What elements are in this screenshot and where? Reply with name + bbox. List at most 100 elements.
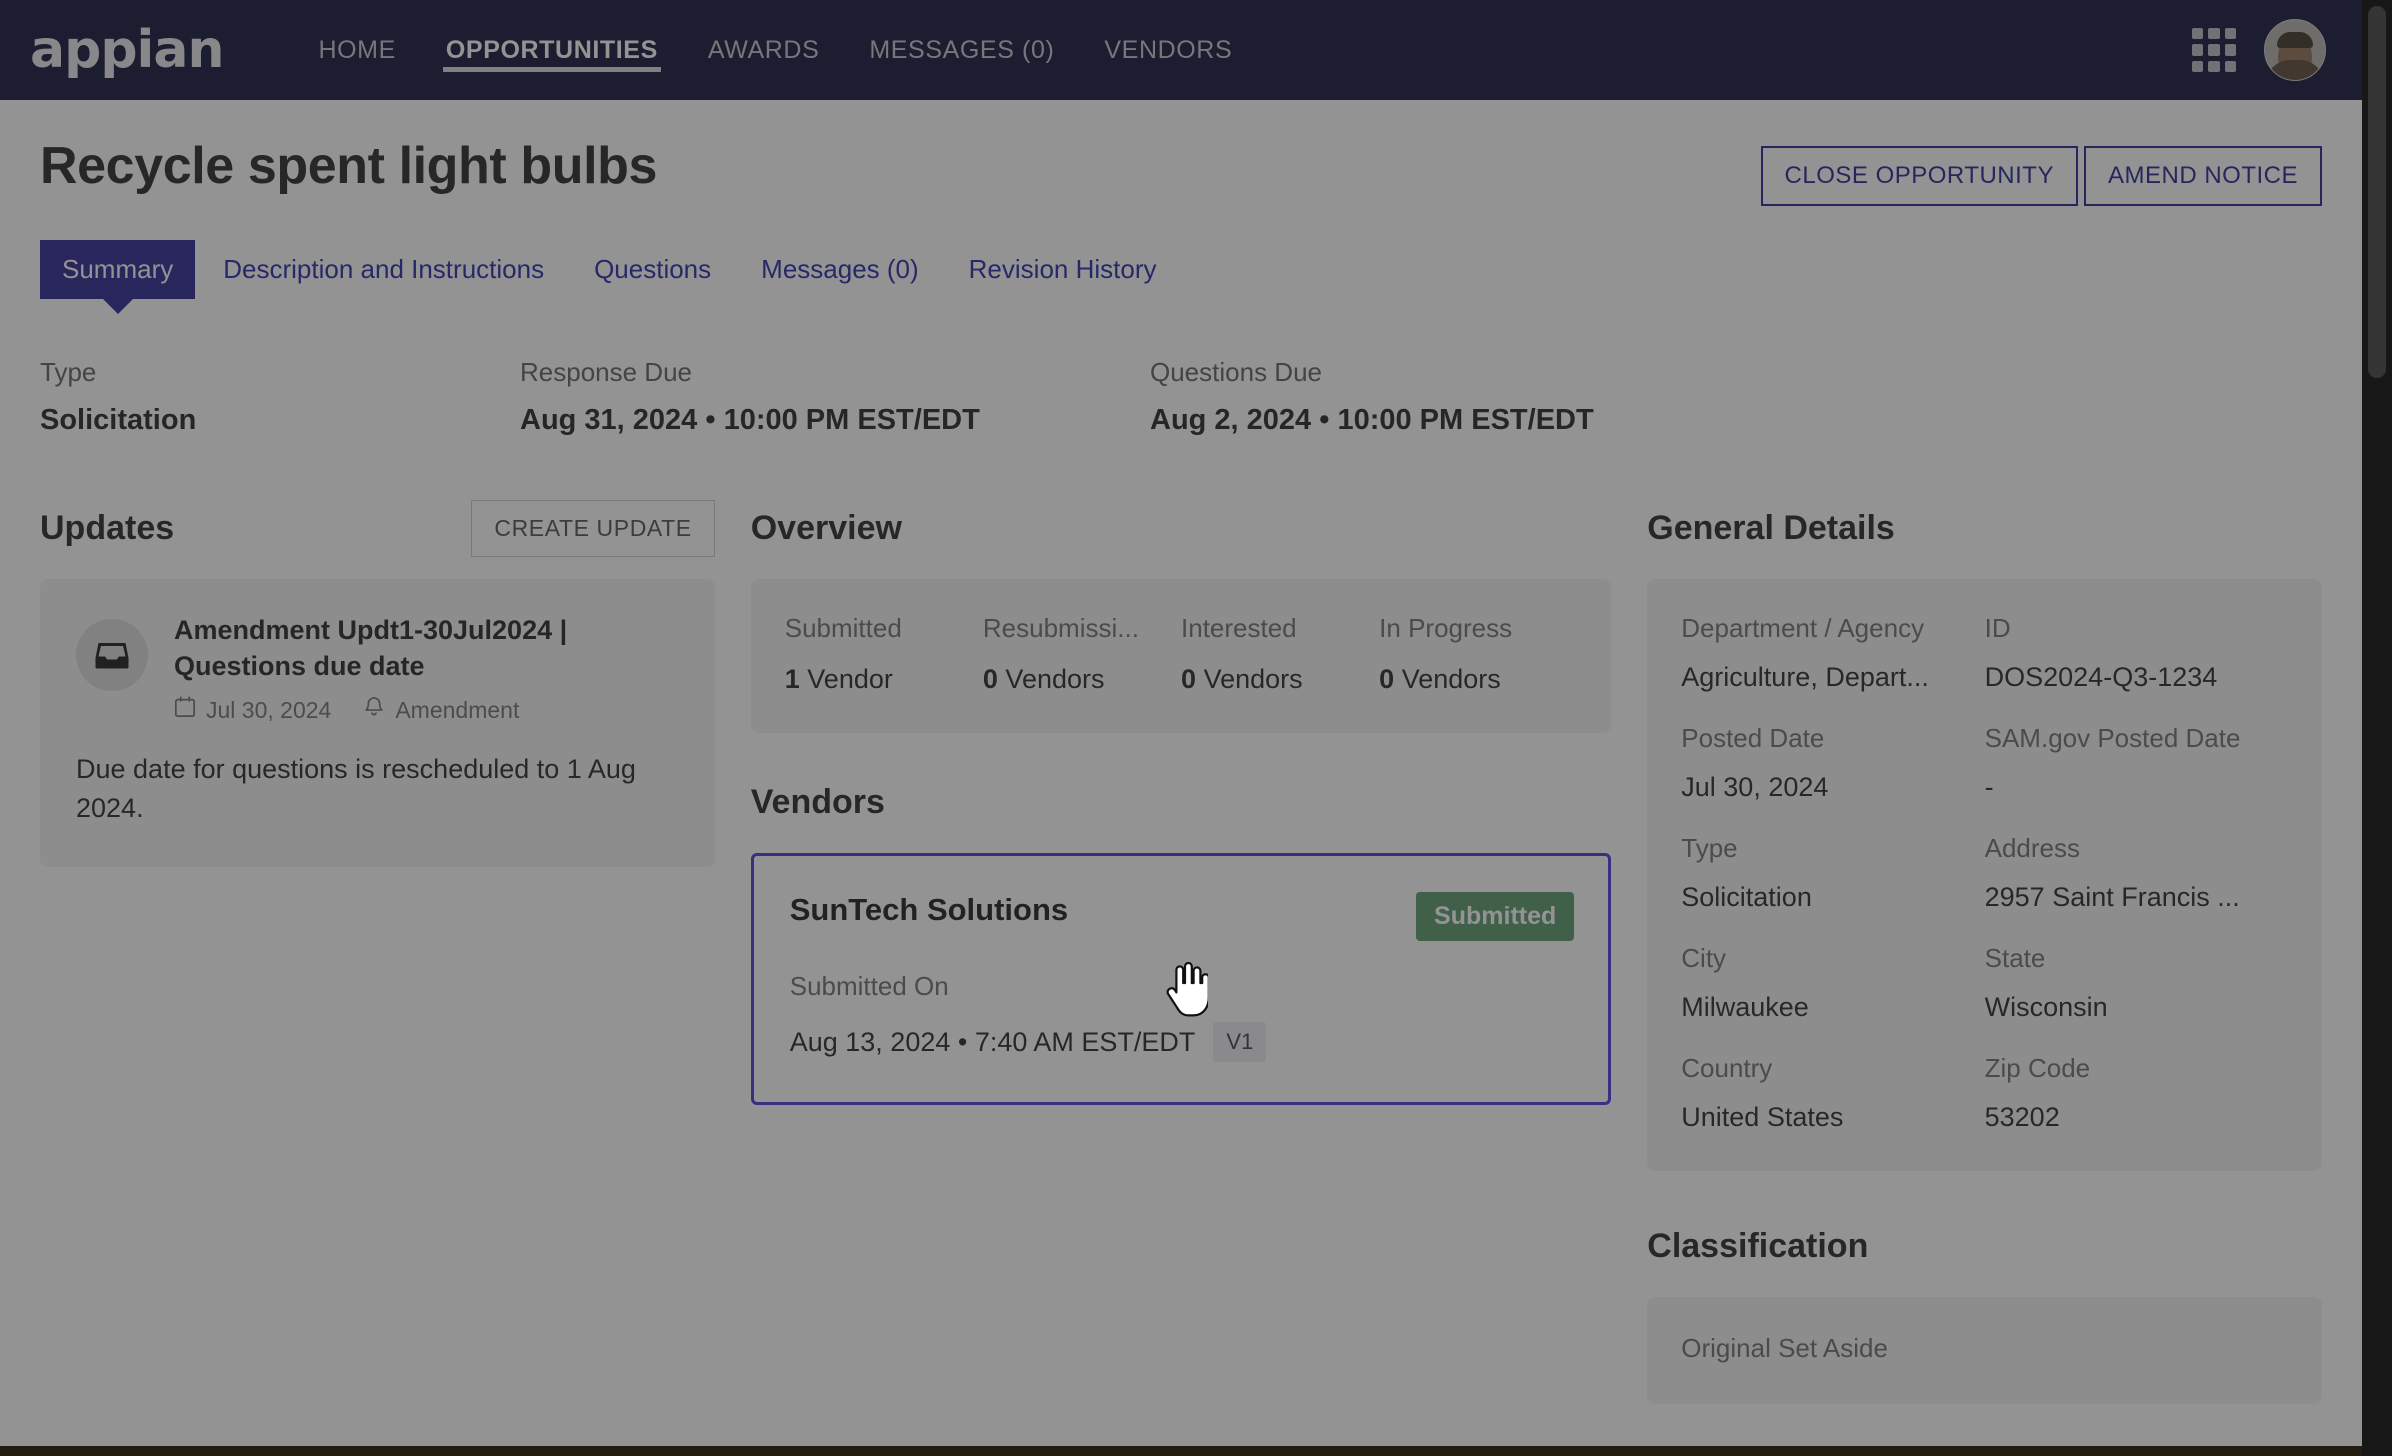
tab-description-and-instructions[interactable]: Description and Instructions <box>201 240 566 299</box>
detail-department-agency: Department / Agency Agriculture, Depart.… <box>1681 613 1984 693</box>
detail-label: Country <box>1681 1053 1773 1083</box>
detail-samgov-posted-date: SAM.gov Posted Date - <box>1985 723 2288 803</box>
tab-bar: Summary Description and Instructions Que… <box>40 240 2322 299</box>
main-nav-links: HOME OPPORTUNITIES AWARDS MESSAGES (0) V… <box>293 0 1257 100</box>
avatar[interactable] <box>2264 19 2326 81</box>
screen-frame: appian HOME OPPORTUNITIES AWARDS MESSAGE… <box>0 0 2392 1456</box>
page-header-row: Recycle spent light bulbs CLOSE OPPORTUN… <box>40 100 2322 206</box>
appian-logo[interactable]: appian <box>30 24 224 76</box>
detail-type: Type Solicitation <box>1681 833 1984 913</box>
amend-notice-button[interactable]: AMEND NOTICE <box>2083 146 2322 206</box>
update-date: Jul 30, 2024 <box>206 696 332 723</box>
overview-stat-label: Interested <box>1181 613 1297 643</box>
meta-response-due-value: Aug 31, 2024 • 10:00 PM EST/EDT <box>520 404 980 436</box>
detail-label: Original Set Aside <box>1681 1333 1888 1363</box>
update-card-text: Amendment Updt1-30Jul2024 | Questions du… <box>174 613 679 724</box>
overview-stat-unit: Vendors <box>1401 664 1501 694</box>
details-row: Country United States Zip Code 53202 <box>1681 1053 2288 1133</box>
detail-label: ID <box>1984 613 2011 643</box>
meta-questions-due: Questions Due Aug 2, 2024 • 10:00 PM EST… <box>1150 357 1780 437</box>
detail-label: SAM.gov Posted Date <box>1984 723 2241 753</box>
top-navigation-bar: appian HOME OPPORTUNITIES AWARDS MESSAGE… <box>0 0 2362 100</box>
main-columns: Updates CREATE UPDATE Amendment Updt1-30… <box>40 499 2322 1404</box>
nav-item-home[interactable]: HOME <box>293 0 420 100</box>
detail-label: Address <box>1984 833 2081 863</box>
detail-state: State Wisconsin <box>1985 943 2288 1023</box>
nav-item-messages[interactable]: MESSAGES (0) <box>844 0 1079 100</box>
meta-type-value: Solicitation <box>40 404 197 436</box>
details-row: Posted Date Jul 30, 2024 SAM.gov Posted … <box>1681 723 2288 803</box>
overview-stat-label: In Progress <box>1379 613 1513 643</box>
detail-country: Country United States <box>1681 1053 1984 1133</box>
page-title: Recycle spent light bulbs <box>40 137 658 195</box>
overview-stat-count: 0 <box>1379 664 1395 694</box>
vendors-title: Vendors <box>750 782 885 821</box>
vendor-card-suntech-solutions[interactable]: SunTech Solutions Submitted Submitted On… <box>750 853 1612 1105</box>
detail-city: City Milwaukee <box>1681 943 1984 1023</box>
nav-item-opportunities[interactable]: OPPORTUNITIES <box>421 0 683 100</box>
overview-card: Submitted 1 Vendor Resubmissi... 0 Vendo… <box>750 579 1612 733</box>
detail-label: Posted Date <box>1681 723 1825 753</box>
avatar-body <box>2266 60 2324 80</box>
details-row: Department / Agency Agriculture, Depart.… <box>1681 613 2288 693</box>
detail-value: Wisconsin <box>1984 992 2108 1022</box>
tab-questions[interactable]: Questions <box>572 240 733 299</box>
overview-stat-interested: Interested 0 Vendors <box>1181 613 1379 695</box>
update-meta: Jul 30, 2024 Amendment <box>174 696 679 724</box>
window-bottom-bar <box>0 1446 2362 1456</box>
detail-id: ID DOS2024-Q3-1234 <box>1985 613 2288 693</box>
detail-value: Milwaukee <box>1681 992 1809 1022</box>
tab-summary[interactable]: Summary <box>40 240 196 299</box>
update-tag: Amendment <box>395 696 520 723</box>
overview-stat-resubmissions: Resubmissi... 0 Vendors <box>983 613 1181 695</box>
page-content: Recycle spent light bulbs CLOSE OPPORTUN… <box>0 100 2362 1446</box>
overview-vendors-column: Overview Submitted 1 Vendor Resubmissi..… <box>750 499 1612 1404</box>
classification-original-set-aside: Original Set Aside <box>1681 1333 1984 1364</box>
vendor-submitted-label: Submitted On <box>789 971 949 1001</box>
overview-stat-value: 1 Vendor <box>785 664 983 695</box>
overview-stat-value: 0 Vendors <box>983 664 1181 695</box>
nav-item-awards[interactable]: AWARDS <box>683 0 844 100</box>
classification-header: Classification <box>1647 1217 2322 1275</box>
vendor-submitted-on: Aug 13, 2024 • 7:40 AM EST/EDT <box>789 1026 1196 1057</box>
meta-questions-due-value: Aug 2, 2024 • 10:00 PM EST/EDT <box>1150 404 1594 436</box>
nav-item-vendors[interactable]: VENDORS <box>1079 0 1257 100</box>
detail-value: 53202 <box>1984 1102 2060 1132</box>
updates-header: Updates CREATE UPDATE <box>40 499 715 557</box>
overview-stat-unit: Vendors <box>1005 664 1105 694</box>
overview-stat-value: 0 Vendors <box>1181 664 1379 695</box>
detail-value: DOS2024-Q3-1234 <box>1984 662 2218 692</box>
details-row: Type Solicitation Address 2957 Saint Fra… <box>1681 833 2288 913</box>
detail-value: 2957 Saint Francis ... <box>1984 882 2240 912</box>
inbox-tray-icon <box>76 619 148 691</box>
detail-value: United States <box>1681 1102 1844 1132</box>
general-details-header: General Details <box>1647 499 2322 557</box>
detail-label: City <box>1681 943 1727 973</box>
update-card-top: Amendment Updt1-30Jul2024 | Questions du… <box>76 613 679 724</box>
overview-stat-value: 0 Vendors <box>1379 664 1577 695</box>
vendor-card-top: SunTech Solutions Submitted <box>790 892 1575 941</box>
grid-apps-icon[interactable] <box>2192 28 2236 72</box>
updates-column: Updates CREATE UPDATE Amendment Updt1-30… <box>40 499 715 1404</box>
calendar-icon <box>174 696 196 724</box>
create-update-button[interactable]: CREATE UPDATE <box>471 499 715 557</box>
tab-revision-history[interactable]: Revision History <box>947 240 1179 299</box>
overview-title: Overview <box>750 508 902 547</box>
bell-icon <box>363 696 385 724</box>
tab-messages[interactable]: Messages (0) <box>739 240 941 299</box>
detail-posted-date: Posted Date Jul 30, 2024 <box>1681 723 1984 803</box>
overview-stat-in-progress: In Progress 0 Vendors <box>1379 613 1577 695</box>
detail-value: Agriculture, Depart... <box>1681 662 1929 692</box>
meta-type: Type Solicitation <box>40 357 520 437</box>
updates-title: Updates <box>40 508 175 547</box>
meta-type-label: Type <box>40 357 97 387</box>
close-opportunity-button[interactable]: CLOSE OPPORTUNITY <box>1760 146 2078 206</box>
page-scrollbar-thumb[interactable] <box>2368 6 2386 378</box>
avatar-hair <box>2277 32 2313 48</box>
detail-label: Zip Code <box>1984 1053 2091 1083</box>
classification-title: Classification <box>1647 1226 1869 1265</box>
overview-stat-submitted: Submitted 1 Vendor <box>785 613 983 695</box>
update-card[interactable]: Amendment Updt1-30Jul2024 | Questions du… <box>40 579 715 867</box>
vendors-header: Vendors <box>751 773 1612 831</box>
vendors-list: SunTech Solutions Submitted Submitted On… <box>750 853 1612 1105</box>
